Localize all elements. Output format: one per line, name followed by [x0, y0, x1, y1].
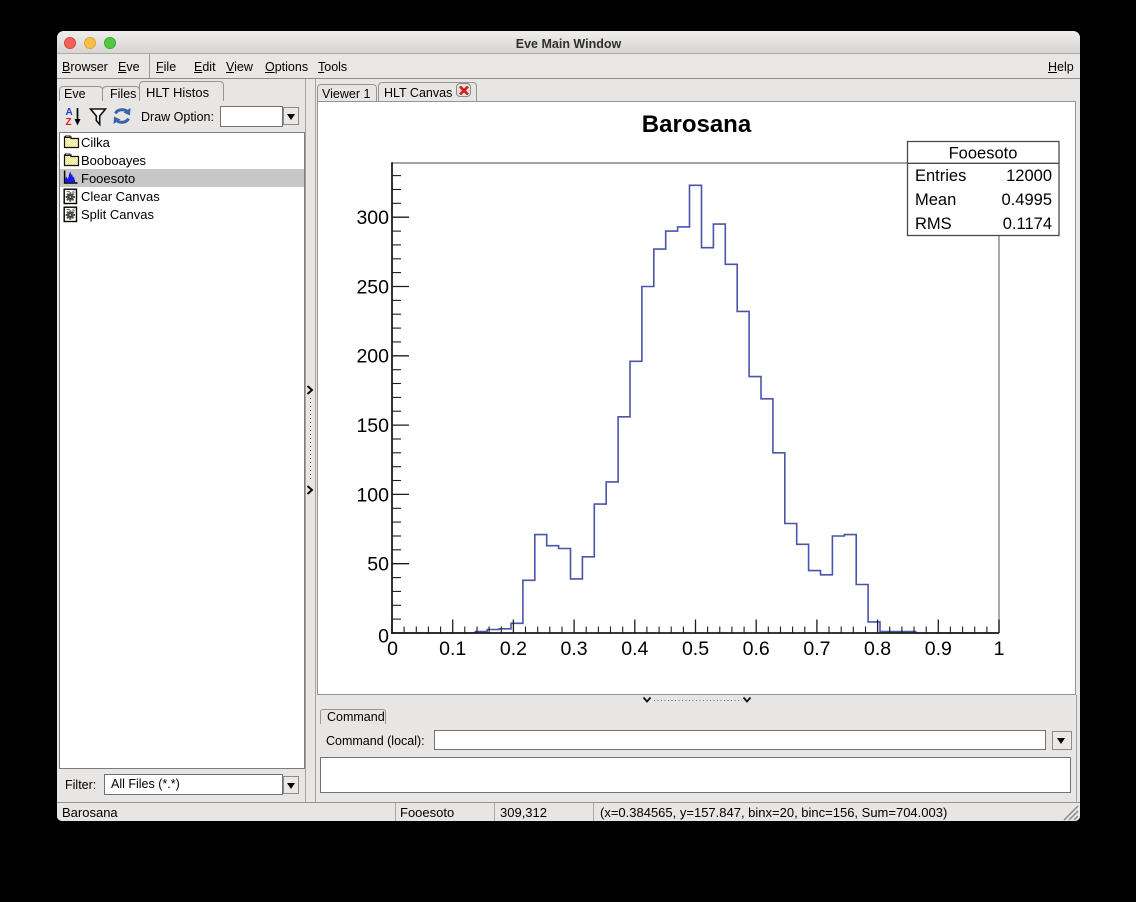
svg-text:0.4: 0.4 [621, 638, 648, 660]
svg-text:300: 300 [356, 207, 389, 229]
svg-text:Z: Z [66, 117, 72, 127]
svg-text:0.1174: 0.1174 [1003, 215, 1052, 233]
svg-text:1: 1 [994, 638, 1005, 660]
svg-text:250: 250 [356, 276, 389, 298]
svg-text:100: 100 [356, 484, 389, 506]
svg-text:200: 200 [356, 346, 389, 368]
svg-text:12000: 12000 [1006, 167, 1052, 185]
svg-text:0.8: 0.8 [864, 638, 891, 660]
svg-text:50: 50 [367, 554, 389, 576]
svg-text:0.1: 0.1 [439, 638, 466, 660]
svg-text:0.3: 0.3 [561, 638, 588, 660]
svg-text:Barosana: Barosana [642, 111, 752, 138]
svg-text:0.9: 0.9 [925, 638, 952, 660]
svg-text:Entries: Entries [915, 167, 966, 185]
svg-text:0: 0 [378, 625, 389, 647]
svg-text:Mean: Mean [915, 191, 956, 209]
svg-text:0.6: 0.6 [743, 638, 770, 660]
svg-text:0.2: 0.2 [500, 638, 527, 660]
svg-text:0.4995: 0.4995 [1002, 191, 1052, 209]
svg-text:Fooesoto: Fooesoto [949, 145, 1018, 163]
svg-text:RMS: RMS [915, 215, 952, 233]
svg-text:0.7: 0.7 [803, 638, 830, 660]
svg-text:150: 150 [356, 415, 389, 437]
svg-text:0.5: 0.5 [682, 638, 709, 660]
